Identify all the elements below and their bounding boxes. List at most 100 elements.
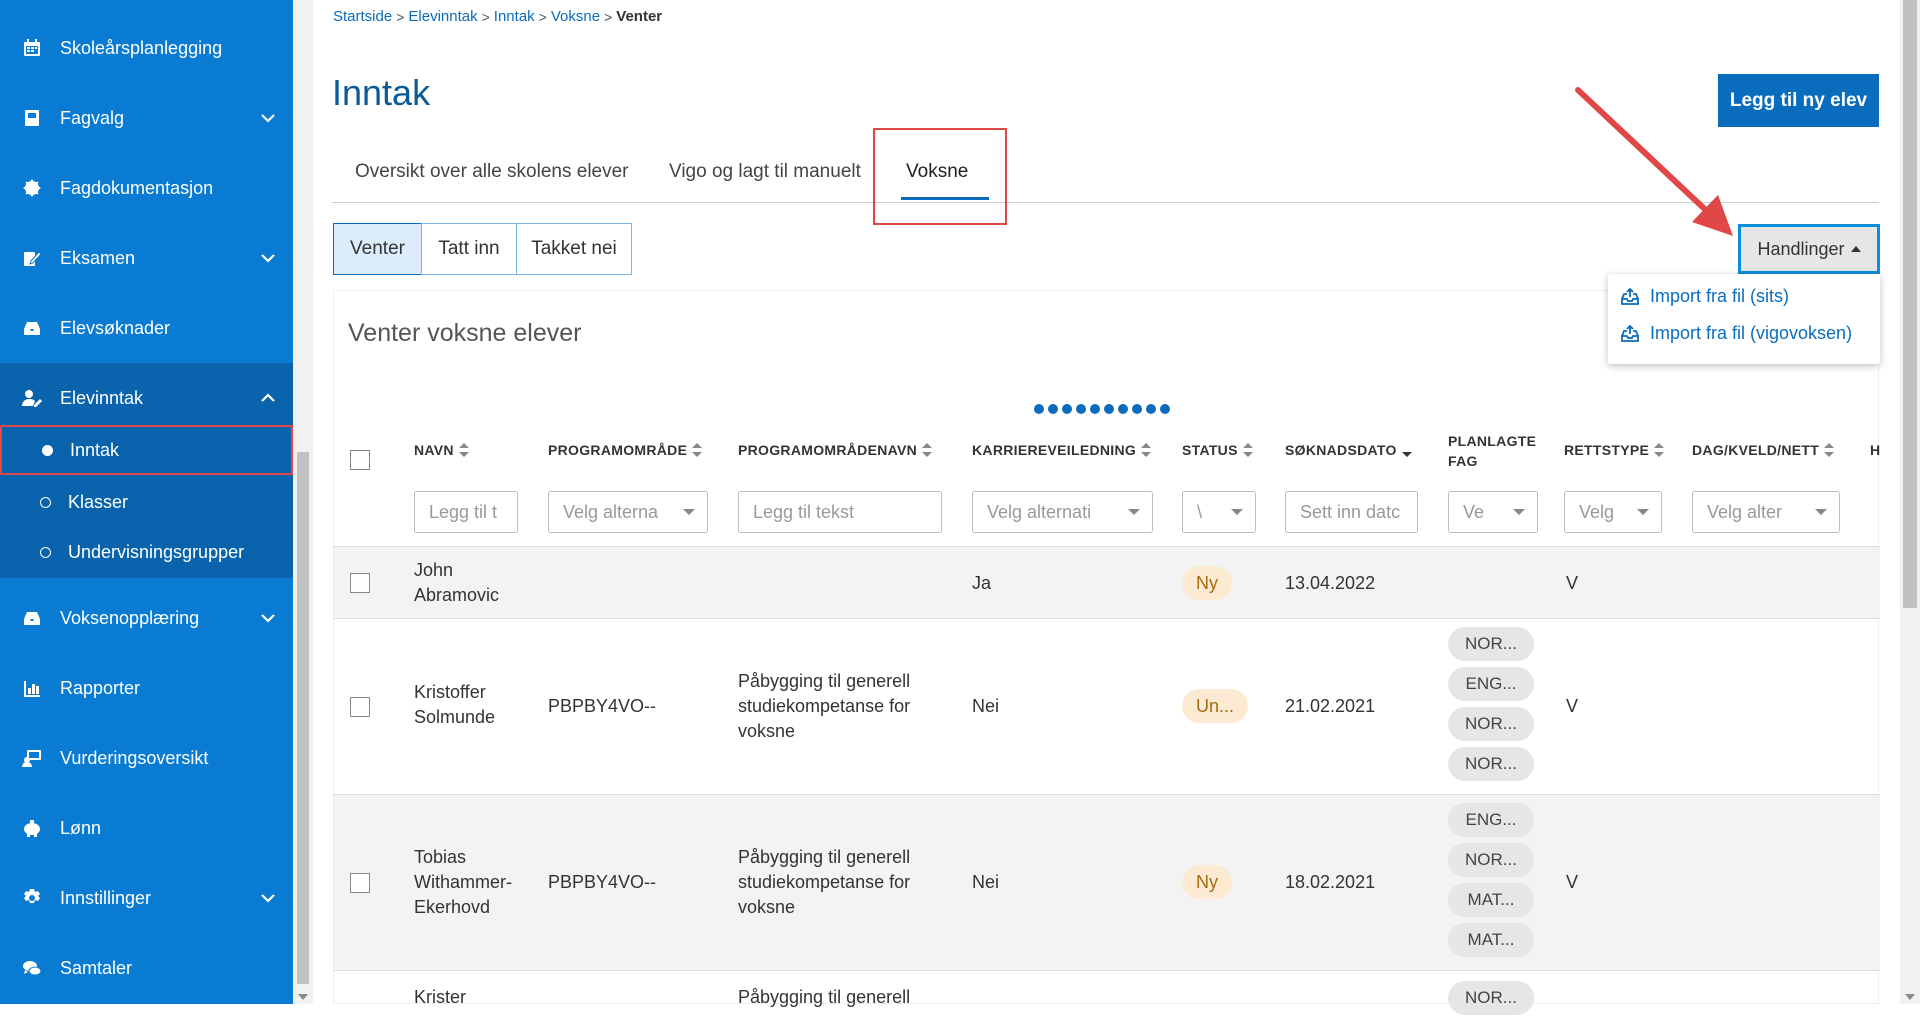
add-new-student-button[interactable]: Legg til ny elev	[1718, 74, 1879, 127]
sidebar-subitem-label: Klasser	[68, 491, 129, 512]
cell-dato: 18.02.2021	[1285, 872, 1376, 892]
cell-rettstype: V	[1566, 696, 1579, 716]
programomradenavn-filter-input[interactable]: Legg til tekst	[738, 491, 942, 533]
inbox-icon	[22, 318, 42, 338]
row-checkbox[interactable]	[350, 873, 370, 893]
bar-chart-icon	[22, 678, 42, 698]
sidebar-subitem-inntak[interactable]: Inntak	[0, 425, 293, 475]
page-title: Inntak	[332, 72, 431, 113]
chevron-down-icon[interactable]	[259, 249, 277, 267]
chevron-down-icon[interactable]	[259, 889, 277, 907]
sidebar-item-label: Eksamen	[60, 247, 136, 268]
date-filter-input[interactable]: Sett inn datc	[1285, 491, 1418, 533]
select-all-checkbox[interactable]	[350, 450, 370, 470]
presentation-icon	[22, 748, 42, 768]
column-header-programomrade[interactable]: PROGRAMOMRÅDE	[548, 442, 703, 458]
menu-item-import-sits[interactable]: Import fra fil (sits)	[1620, 286, 1789, 307]
breadcrumb-inntak[interactable]: Inntak	[494, 8, 535, 25]
programomrade-filter-select[interactable]: Velg alterna	[548, 491, 708, 533]
book-icon	[22, 108, 42, 128]
sidebar-item-voksenopplaering[interactable]: Voksenopplæring	[0, 583, 293, 653]
caret-down-icon	[1231, 509, 1243, 515]
breadcrumb-startside[interactable]: Startside	[333, 8, 392, 25]
sort-icon	[922, 443, 933, 457]
dagkveld-filter-select[interactable]: Velg alter	[1692, 491, 1840, 533]
sidebar-item-fagvalg[interactable]: Fagvalg	[0, 83, 293, 153]
navn-filter-input[interactable]: Legg til t	[414, 491, 518, 533]
scroll-down-arrow-icon[interactable]	[1905, 994, 1915, 1000]
scroll-down-arrow-icon[interactable]	[298, 994, 308, 1000]
chevron-right-icon: >	[396, 8, 405, 25]
edit-icon	[22, 248, 42, 268]
table-row[interactable]: Tobias Withammer-Ekerhovd PBPBY4VO-- Påb…	[334, 795, 1880, 971]
annotation-arrow	[1575, 87, 1733, 236]
cell-programomradenavn: Påbygging til generell studiekompetanse …	[738, 847, 911, 917]
sidebar-item-label: Innstillinger	[60, 887, 152, 908]
actions-dropdown-button[interactable]: Handlinger	[1738, 224, 1880, 274]
sort-icon	[458, 443, 469, 457]
breadcrumb-voksne[interactable]: Voksne	[551, 8, 600, 25]
row-checkbox[interactable]	[350, 573, 370, 593]
sidebar-item-elevsoknader[interactable]: Elevsøknader	[0, 293, 293, 363]
column-header-dag-kveld-nett[interactable]: DAG/KVELD/NETT	[1692, 442, 1835, 458]
column-header-planlagte-fag[interactable]: PLANLAGTE FAG	[1448, 431, 1538, 471]
sidebar: Skoleårsplanlegging Fagvalg Fagdokumenta…	[0, 0, 293, 1004]
filter-takket-nei-button[interactable]: Takket nei	[516, 223, 632, 275]
sidebar-item-label: Fagvalg	[60, 107, 125, 128]
breadcrumb-elevinntak[interactable]: Elevinntak	[408, 8, 477, 25]
scrollbar-thumb[interactable]	[297, 452, 309, 984]
elevinntak-submenu: Inntak Klasser Undervisningsgrupper	[0, 423, 293, 578]
cell-karriere: Nei	[972, 696, 1000, 716]
inbox-icon	[22, 608, 42, 628]
fag-filter-select[interactable]: Ve	[1448, 491, 1538, 533]
status-filter-select[interactable]: \	[1182, 491, 1256, 533]
column-header-rettstype[interactable]: RETTSTYPE	[1564, 442, 1665, 458]
filter-tatt-inn-button[interactable]: Tatt inn	[421, 223, 517, 275]
column-header-h[interactable]: H	[1870, 442, 1880, 458]
tab-vigo[interactable]: Vigo og lagt til manuelt	[669, 161, 861, 183]
sidebar-item-eksamen[interactable]: Eksamen	[0, 223, 293, 293]
sidebar-item-label: Fagdokumentasjon	[60, 177, 214, 198]
sidebar-subitem-undervisningsgrupper[interactable]: Undervisningsgrupper	[0, 527, 293, 577]
sidebar-subitem-klasser[interactable]: Klasser	[0, 477, 293, 527]
chevron-down-icon[interactable]	[259, 609, 277, 627]
circle-icon	[40, 546, 51, 558]
column-header-karriereveiledning[interactable]: KARRIEREVEILEDNING	[972, 442, 1152, 458]
subject-chip: MAT...	[1448, 883, 1534, 917]
column-header-navn[interactable]: NAVN	[414, 442, 469, 458]
column-header-programomradenavn[interactable]: PROGRAMOMRÅDENAVN	[738, 442, 933, 458]
radio-dot-icon	[42, 444, 53, 456]
sidebar-item-vurderingsoversikt[interactable]: Vurderingsoversikt	[0, 723, 293, 793]
chevron-right-icon: >	[538, 8, 547, 25]
sidebar-item-skolearsplanlegging[interactable]: Skoleårsplanlegging	[0, 13, 293, 83]
scrollbar-thumb[interactable]	[1903, 0, 1917, 608]
karriere-filter-select[interactable]: Velg alternati	[972, 491, 1153, 533]
chevron-up-icon[interactable]	[259, 389, 277, 407]
sidebar-item-innstillinger[interactable]: Innstillinger	[0, 863, 293, 933]
sidebar-item-samtaler[interactable]: Samtaler	[0, 933, 293, 1003]
loading-indicator	[1034, 404, 1170, 414]
column-header-soknadsdato[interactable]: SØKNADSDATO	[1285, 442, 1412, 458]
sidebar-scrollbar[interactable]	[293, 0, 313, 1004]
sidebar-item-fagdokumentasjon[interactable]: Fagdokumentasjon	[0, 153, 293, 223]
column-header-status[interactable]: STATUS	[1182, 442, 1253, 458]
cell-rettstype: V	[1566, 872, 1579, 892]
student-table-card: Venter voksne elever NAVN PROGRAMOMRÅDE …	[333, 290, 1880, 1015]
page-scrollbar[interactable]	[1900, 0, 1920, 1004]
chevron-right-icon: >	[604, 8, 613, 25]
chevron-down-icon[interactable]	[259, 109, 277, 127]
gear-icon	[22, 888, 42, 908]
tab-oversikt[interactable]: Oversikt over alle skolens elever	[355, 161, 629, 183]
sidebar-item-lonn[interactable]: Lønn	[0, 793, 293, 863]
table-row[interactable]: John Abramovic Ja Ny 13.04.2022 V	[334, 547, 1880, 619]
table-row[interactable]: Krister Påbygging til generell NOR...	[334, 971, 1880, 1031]
sidebar-item-label: Skoleårsplanlegging	[60, 37, 223, 58]
rettstype-filter-select[interactable]: Velg	[1564, 491, 1662, 533]
cell-rettstype: V	[1566, 573, 1579, 593]
row-checkbox[interactable]	[350, 697, 370, 717]
cell-karriere: Ja	[972, 573, 992, 593]
table-row[interactable]: Kristoffer Solmunde PBPBY4VO-- Påbygging…	[334, 619, 1880, 795]
menu-item-import-vigovoksen[interactable]: Import fra fil (vigovoksen)	[1620, 323, 1852, 344]
filter-venter-button[interactable]: Venter	[333, 223, 422, 275]
sidebar-item-rapporter[interactable]: Rapporter	[0, 653, 293, 723]
